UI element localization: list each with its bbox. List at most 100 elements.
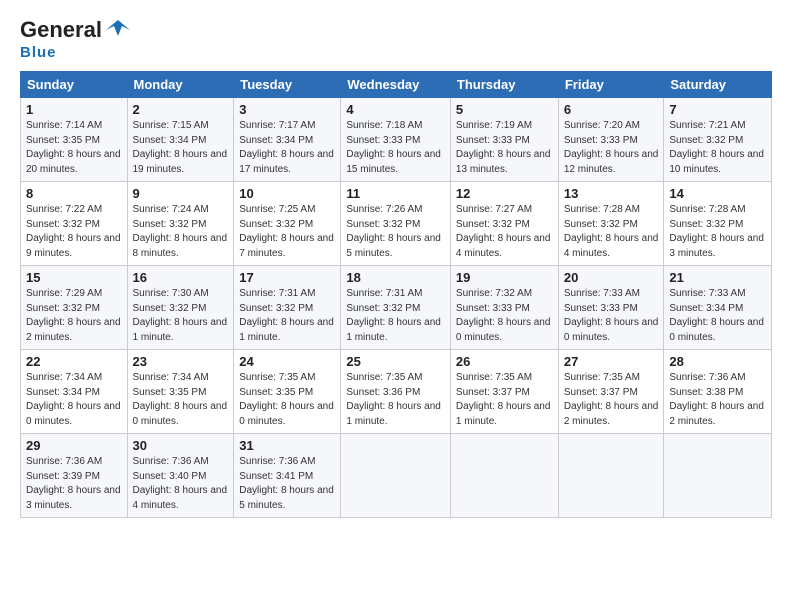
day-number: 2 xyxy=(133,102,229,117)
day-info: Sunrise: 7:35 AMSunset: 3:37 PMDaylight:… xyxy=(456,371,553,429)
header: General Blue xyxy=(20,16,772,61)
day-info: Sunrise: 7:27 AMSunset: 3:32 PMDaylight:… xyxy=(456,203,553,261)
col-header-thursday: Thursday xyxy=(450,72,558,98)
col-header-tuesday: Tuesday xyxy=(234,72,341,98)
day-cell: 18 Sunrise: 7:31 AMSunset: 3:32 PMDayligh… xyxy=(341,266,451,350)
day-cell: 27Sunrise: 7:35 AMSunset: 3:37 PMDayligh… xyxy=(558,350,664,434)
day-info: Sunrise: 7:19 AMSunset: 3:33 PMDaylight:… xyxy=(456,119,553,177)
day-info: Sunrise: 7:22 AMSunset: 3:32 PMDaylight:… xyxy=(26,203,122,261)
day-cell: 17 Sunrise: 7:31 AMSunset: 3:32 PMDayligh… xyxy=(234,266,341,350)
header-row: SundayMondayTuesdayWednesdayThursdayFrid… xyxy=(21,72,772,98)
day-cell: 24 Sunrise: 7:35 AMSunset: 3:35 PMDayligh… xyxy=(234,350,341,434)
day-cell: 26 Sunrise: 7:35 AMSunset: 3:37 PMDayligh… xyxy=(450,350,558,434)
day-cell: 15Sunrise: 7:29 AMSunset: 3:32 PMDayligh… xyxy=(21,266,128,350)
day-cell: 10Sunrise: 7:25 AMSunset: 3:32 PMDayligh… xyxy=(234,182,341,266)
day-info: Sunrise: 7:31 AMSunset: 3:32 PMDaylight:… xyxy=(239,287,335,345)
day-number: 21 xyxy=(669,270,766,285)
day-info: Sunrise: 7:17 AMSunset: 3:34 PMDaylight:… xyxy=(239,119,335,177)
logo: General Blue xyxy=(20,16,132,61)
day-number: 9 xyxy=(133,186,229,201)
col-header-saturday: Saturday xyxy=(664,72,772,98)
day-number: 17 xyxy=(239,270,335,285)
day-number: 20 xyxy=(564,270,659,285)
day-number: 8 xyxy=(26,186,122,201)
week-row-3: 15Sunrise: 7:29 AMSunset: 3:32 PMDayligh… xyxy=(21,266,772,350)
week-row-4: 22 Sunrise: 7:34 AMSunset: 3:34 PMDayligh… xyxy=(21,350,772,434)
day-info: Sunrise: 7:36 AMSunset: 3:39 PMDaylight:… xyxy=(26,455,122,513)
day-cell xyxy=(341,434,451,518)
day-number: 16 xyxy=(133,270,229,285)
day-cell: 22 Sunrise: 7:34 AMSunset: 3:34 PMDayligh… xyxy=(21,350,128,434)
day-number: 23 xyxy=(133,354,229,369)
day-cell: 12 Sunrise: 7:27 AMSunset: 3:32 PMDayligh… xyxy=(450,182,558,266)
week-row-5: 29 Sunrise: 7:36 AMSunset: 3:39 PMDayligh… xyxy=(21,434,772,518)
day-info: Sunrise: 7:33 AMSunset: 3:34 PMDaylight:… xyxy=(669,287,766,345)
day-info: Sunrise: 7:33 AMSunset: 3:33 PMDaylight:… xyxy=(564,287,659,345)
day-number: 3 xyxy=(239,102,335,117)
day-cell: 6Sunrise: 7:20 AMSunset: 3:33 PMDaylight… xyxy=(558,98,664,182)
day-info: Sunrise: 7:15 AMSunset: 3:34 PMDaylight:… xyxy=(133,119,229,177)
day-number: 11 xyxy=(346,186,445,201)
day-info: Sunrise: 7:28 AMSunset: 3:32 PMDaylight:… xyxy=(669,203,766,261)
day-info: Sunrise: 7:35 AMSunset: 3:35 PMDaylight:… xyxy=(239,371,335,429)
day-cell: 19Sunrise: 7:32 AMSunset: 3:33 PMDayligh… xyxy=(450,266,558,350)
day-cell: 13 Sunrise: 7:28 AMSunset: 3:32 PMDayligh… xyxy=(558,182,664,266)
day-number: 24 xyxy=(239,354,335,369)
day-cell: 2 Sunrise: 7:15 AMSunset: 3:34 PMDaylight… xyxy=(127,98,234,182)
day-number: 28 xyxy=(669,354,766,369)
day-cell xyxy=(558,434,664,518)
day-number: 4 xyxy=(346,102,445,117)
day-number: 7 xyxy=(669,102,766,117)
day-cell: 7 Sunrise: 7:21 AMSunset: 3:32 PMDaylight… xyxy=(664,98,772,182)
logo-bird-icon xyxy=(104,16,132,44)
day-info: Sunrise: 7:29 AMSunset: 3:32 PMDaylight:… xyxy=(26,287,122,345)
day-info: Sunrise: 7:31 AMSunset: 3:32 PMDaylight:… xyxy=(346,287,445,345)
day-cell: 25 Sunrise: 7:35 AMSunset: 3:36 PMDayligh… xyxy=(341,350,451,434)
day-cell: 31 Sunrise: 7:36 AMSunset: 3:41 PMDayligh… xyxy=(234,434,341,518)
day-info: Sunrise: 7:34 AMSunset: 3:35 PMDaylight:… xyxy=(133,371,229,429)
logo-general: General xyxy=(20,19,102,41)
day-number: 25 xyxy=(346,354,445,369)
day-number: 29 xyxy=(26,438,122,453)
page: General Blue SundayMondayTuesdayWednesda… xyxy=(0,0,792,528)
day-number: 19 xyxy=(456,270,553,285)
day-cell: 21 Sunrise: 7:33 AMSunset: 3:34 PMDayligh… xyxy=(664,266,772,350)
day-info: Sunrise: 7:21 AMSunset: 3:32 PMDaylight:… xyxy=(669,119,766,177)
col-header-wednesday: Wednesday xyxy=(341,72,451,98)
logo-blue: Blue xyxy=(20,44,57,61)
day-cell: 8 Sunrise: 7:22 AMSunset: 3:32 PMDaylight… xyxy=(21,182,128,266)
col-header-friday: Friday xyxy=(558,72,664,98)
day-info: Sunrise: 7:34 AMSunset: 3:34 PMDaylight:… xyxy=(26,371,122,429)
day-info: Sunrise: 7:36 AMSunset: 3:38 PMDaylight:… xyxy=(669,371,766,429)
day-cell: 16 Sunrise: 7:30 AMSunset: 3:32 PMDayligh… xyxy=(127,266,234,350)
day-number: 13 xyxy=(564,186,659,201)
day-cell: 9 Sunrise: 7:24 AMSunset: 3:32 PMDaylight… xyxy=(127,182,234,266)
day-info: Sunrise: 7:24 AMSunset: 3:32 PMDaylight:… xyxy=(133,203,229,261)
day-info: Sunrise: 7:36 AMSunset: 3:41 PMDaylight:… xyxy=(239,455,335,513)
day-info: Sunrise: 7:14 AMSunset: 3:35 PMDaylight:… xyxy=(26,119,122,177)
day-cell: 11Sunrise: 7:26 AMSunset: 3:32 PMDayligh… xyxy=(341,182,451,266)
day-number: 30 xyxy=(133,438,229,453)
day-cell xyxy=(450,434,558,518)
day-number: 12 xyxy=(456,186,553,201)
day-number: 10 xyxy=(239,186,335,201)
day-info: Sunrise: 7:28 AMSunset: 3:32 PMDaylight:… xyxy=(564,203,659,261)
day-number: 14 xyxy=(669,186,766,201)
week-row-2: 8 Sunrise: 7:22 AMSunset: 3:32 PMDaylight… xyxy=(21,182,772,266)
day-cell: 28 Sunrise: 7:36 AMSunset: 3:38 PMDayligh… xyxy=(664,350,772,434)
day-info: Sunrise: 7:18 AMSunset: 3:33 PMDaylight:… xyxy=(346,119,445,177)
day-number: 31 xyxy=(239,438,335,453)
day-info: Sunrise: 7:35 AMSunset: 3:36 PMDaylight:… xyxy=(346,371,445,429)
day-number: 22 xyxy=(26,354,122,369)
col-header-sunday: Sunday xyxy=(21,72,128,98)
day-number: 1 xyxy=(26,102,122,117)
day-cell: 23 Sunrise: 7:34 AMSunset: 3:35 PMDayligh… xyxy=(127,350,234,434)
day-info: Sunrise: 7:36 AMSunset: 3:40 PMDaylight:… xyxy=(133,455,229,513)
day-cell: 5Sunrise: 7:19 AMSunset: 3:33 PMDaylight… xyxy=(450,98,558,182)
day-info: Sunrise: 7:30 AMSunset: 3:32 PMDaylight:… xyxy=(133,287,229,345)
day-number: 18 xyxy=(346,270,445,285)
day-cell: 20 Sunrise: 7:33 AMSunset: 3:33 PMDayligh… xyxy=(558,266,664,350)
day-number: 6 xyxy=(564,102,659,117)
day-number: 26 xyxy=(456,354,553,369)
day-cell: 3 Sunrise: 7:17 AMSunset: 3:34 PMDaylight… xyxy=(234,98,341,182)
